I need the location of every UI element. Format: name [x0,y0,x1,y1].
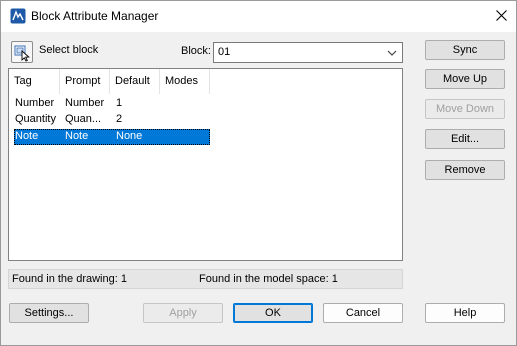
block-label: Block: [181,45,211,57]
cell-tag: Number [15,97,55,109]
cell-prompt: Number [65,97,105,109]
remove-button[interactable]: Remove [425,160,505,180]
sync-button[interactable]: Sync [425,40,505,60]
cancel-button[interactable]: Cancel [323,303,403,323]
close-button[interactable] [486,1,516,32]
block-attribute-manager-dialog: Block Attribute Manager Select block Blo… [0,0,517,346]
apply-button[interactable]: Apply [143,303,223,323]
block-select-value: 01 [218,46,231,58]
settings-button[interactable]: Settings... [9,303,89,323]
move-up-button[interactable]: Move Up [425,69,505,89]
cell-default: 2 [116,113,123,125]
table-row[interactable]: Number Number 1 [14,96,210,112]
block-select[interactable]: 01 [213,42,403,63]
cell-prompt: Quan... [65,113,102,125]
select-block-button[interactable] [11,41,33,63]
column-header-default[interactable]: Default [110,69,160,94]
window-title: Block Attribute Manager [31,9,159,23]
move-down-button[interactable]: Move Down [425,99,505,119]
table-header: Tag Prompt Default Modes [9,69,402,94]
select-block-label: Select block [39,44,99,56]
edit-button[interactable]: Edit... [425,129,505,149]
pick-object-icon [12,45,32,65]
table-row[interactable]: Quantity Quan... 2 [14,112,210,128]
cell-default: None [116,130,143,142]
close-icon [495,9,507,24]
title-bar: Block Attribute Manager [1,1,516,32]
cell-tag: Quantity [15,113,56,125]
found-in-model-space-text: Found in the model space: 1 [199,273,338,285]
status-bar: Found in the drawing: 1 Found in the mod… [8,269,403,289]
table-row-selected[interactable]: Note Note None [14,129,210,145]
column-header-modes[interactable]: Modes [160,69,210,94]
ok-button[interactable]: OK [233,303,313,323]
cell-tag: Note [15,130,39,142]
column-header-prompt[interactable]: Prompt [60,69,110,94]
help-button[interactable]: Help [425,303,505,323]
found-in-drawing-text: Found in the drawing: 1 [12,273,127,285]
column-header-tag[interactable]: Tag [9,69,60,94]
cell-default: 1 [116,97,123,109]
chevron-down-icon [387,48,397,58]
autocad-app-icon [10,8,26,24]
attribute-table[interactable]: Tag Prompt Default Modes Number Number 1… [8,68,403,261]
cell-prompt: Note [65,130,89,142]
